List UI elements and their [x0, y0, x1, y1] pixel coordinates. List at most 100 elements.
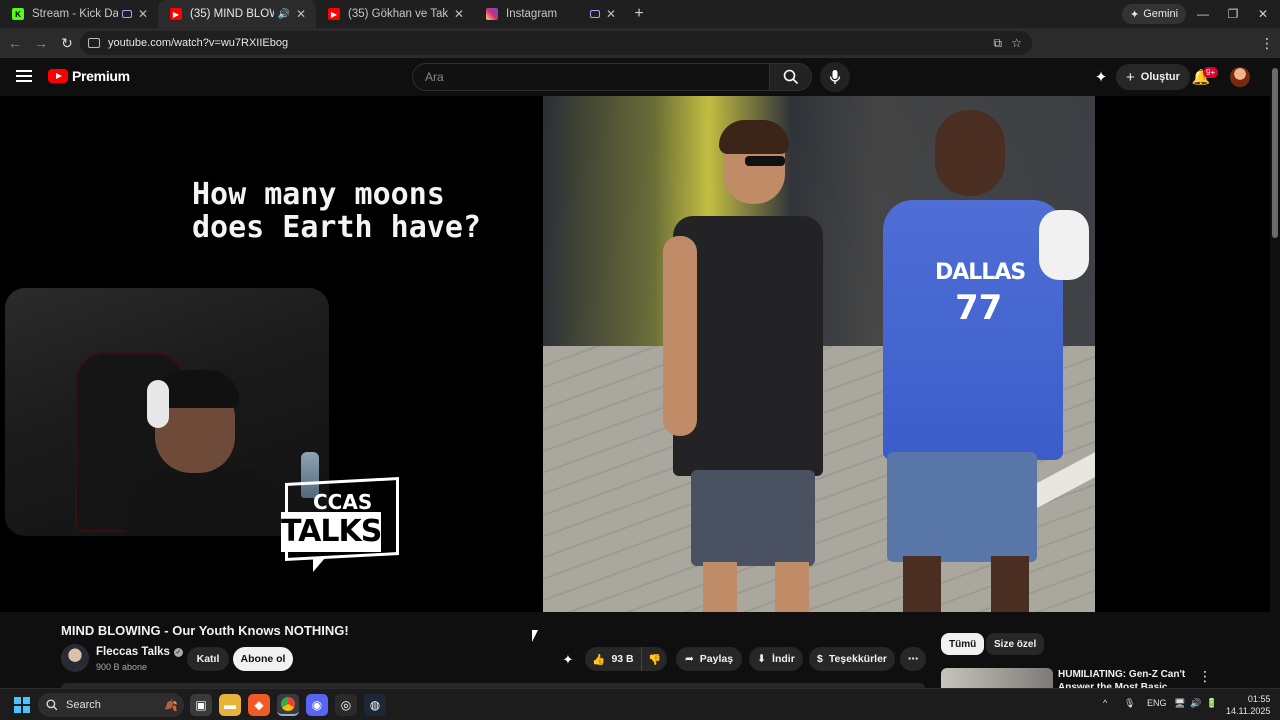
restore-button[interactable]: ❐	[1218, 0, 1248, 28]
back-button[interactable]: ←	[2, 30, 28, 56]
gemini-button[interactable]: ✦ Gemini	[1122, 4, 1187, 24]
language-indicator[interactable]: ENG	[1147, 698, 1167, 708]
more-vertical-icon[interactable]: ⋮	[1198, 668, 1212, 685]
windows-taskbar: Search 🍂 ▣ ▬ ◆ ◉ ◎ ◍ ^ 🎙 ENG 🖥 🔊 🔋 01:55…	[0, 688, 1280, 720]
chrome-icon[interactable]	[277, 694, 299, 716]
thanks-button[interactable]: $ Teşekkürler	[809, 647, 895, 671]
tray-overflow-icon[interactable]: ^	[1103, 698, 1107, 708]
forward-button[interactable]: →	[28, 30, 54, 56]
logo-text: Premium	[72, 68, 130, 84]
white-sleeve	[1039, 210, 1089, 280]
search-icon	[46, 699, 58, 711]
instagram-icon	[486, 8, 498, 20]
task-view-icon[interactable]: ▣	[190, 694, 212, 716]
tab-kick-dashboard[interactable]: K Stream - Kick Dashboard ✕	[0, 0, 158, 28]
tab-youtube-gokhan[interactable]: ▶ (35) Gökhan ve Takımı Bektaşi ✕	[316, 0, 474, 28]
like-button[interactable]: 👍 93 B	[585, 647, 641, 671]
video-player[interactable]: How many moons does Earth have? CCAS TAL…	[0, 96, 1270, 612]
account-avatar[interactable]	[1230, 67, 1250, 87]
recommended-video-thumbnail[interactable]	[941, 668, 1053, 688]
channel-avatar[interactable]	[61, 644, 89, 672]
brave-browser-icon[interactable]: ◆	[248, 694, 270, 716]
hamburger-menu-icon[interactable]	[16, 70, 32, 82]
microphone-tray-icon[interactable]: 🎙	[1124, 698, 1135, 709]
notification-badge: 9+	[1203, 67, 1219, 78]
share-button[interactable]: ➦ Paylaş	[676, 647, 742, 671]
dislike-button[interactable]: 👎	[641, 647, 667, 671]
leg	[775, 562, 809, 612]
address-bar[interactable]: youtube.com/watch?v=wu7RXIIEbog ⧉ ☆	[80, 31, 1032, 55]
streamer-webcam-overlay	[5, 288, 329, 536]
streamer-body	[125, 466, 285, 536]
plus-icon: +	[1126, 68, 1135, 86]
file-explorer-icon[interactable]: ▬	[219, 694, 241, 716]
hair	[719, 120, 789, 154]
chip-label: Size özel	[994, 638, 1037, 650]
reload-button[interactable]: ↻	[54, 30, 80, 56]
steam-icon[interactable]: ◍	[364, 694, 386, 716]
interviewer	[663, 120, 823, 612]
windows-start-icon[interactable]	[14, 697, 30, 713]
more-actions-button[interactable]: ⋯	[900, 647, 926, 671]
download-label: İndir	[772, 653, 795, 665]
kick-icon: K	[12, 8, 24, 20]
browser-tab-strip: K Stream - Kick Dashboard ✕ ▶ (35) MIND …	[0, 0, 1280, 28]
logo-text-bottom: TALKS	[281, 512, 382, 552]
obs-icon[interactable]: ◎	[335, 694, 357, 716]
tab-youtube-active[interactable]: ▶ (35) MIND BLOWING - Our Youth Knows NO…	[158, 0, 316, 28]
youtube-header: Premium Ara ✦ + Oluştur 🔔 9+	[0, 58, 1280, 96]
install-app-icon[interactable]: ⧉	[993, 36, 1002, 51]
chip-for-you[interactable]: Size özel	[986, 633, 1045, 655]
subscribe-button[interactable]: Abone ol	[233, 647, 293, 671]
channel-name[interactable]: Fleccas Talks ✓	[96, 646, 183, 658]
youtube-premium-logo[interactable]: Premium	[48, 68, 130, 84]
network-icon[interactable]: 🖥	[1174, 698, 1185, 709]
thumbs-up-icon: 👍	[592, 653, 606, 666]
tab-title: (35) Gökhan ve Takımı Bektaşi	[348, 8, 448, 20]
close-tab-icon[interactable]: ✕	[136, 7, 150, 21]
microphone-icon	[829, 70, 841, 84]
premium-gem-icon[interactable]: ✦	[1090, 66, 1112, 88]
search-input[interactable]: Ara	[412, 63, 770, 91]
join-label: Katıl	[196, 653, 220, 665]
bookmark-star-icon[interactable]: ☆	[1011, 36, 1022, 50]
close-tab-icon[interactable]: ✕	[294, 7, 308, 21]
clock-time: 01:55	[1247, 694, 1271, 704]
clock-date: 14.11.2025	[1226, 706, 1271, 716]
join-button[interactable]: Katıl	[187, 647, 229, 671]
close-tab-icon[interactable]: ✕	[604, 7, 618, 21]
minimize-button[interactable]: —	[1188, 0, 1218, 28]
site-info-icon[interactable]	[88, 38, 100, 48]
scrollbar-thumb[interactable]	[1272, 68, 1278, 238]
blue-jersey	[883, 200, 1063, 460]
menu-dots-icon[interactable]: ⋮	[1254, 30, 1280, 56]
speaker-icon[interactable]: 🔊	[278, 9, 290, 20]
video-frame: DALLAS 77	[543, 96, 1095, 612]
search-button[interactable]	[770, 63, 812, 91]
discord-icon[interactable]: ◉	[306, 694, 328, 716]
youtube-icon: ▶	[328, 8, 340, 20]
premium-gem-icon[interactable]: ✦	[557, 649, 579, 671]
browser-toolbar: ← → ↻ youtube.com/watch?v=wu7RXIIEbog ⧉ …	[0, 28, 1280, 79]
new-tab-button[interactable]: +	[626, 5, 652, 23]
leg	[991, 556, 1029, 612]
chip-label: Tümü	[949, 638, 977, 650]
video-title: MIND BLOWING - Our Youth Knows NOTHING!	[61, 623, 349, 638]
system-clock[interactable]: 01:55 14.11.2025	[1226, 693, 1270, 717]
create-button[interactable]: + Oluştur	[1116, 64, 1190, 90]
voice-search-button[interactable]	[820, 62, 850, 92]
shorts	[691, 470, 815, 566]
close-window-button[interactable]: ✕	[1248, 0, 1278, 28]
download-button[interactable]: ⬇ İndir	[749, 647, 803, 671]
recommended-video-title[interactable]: HUMILIATING: Gen-Z Can't Answer the Most…	[1058, 668, 1188, 688]
taskbar-search[interactable]: Search 🍂	[38, 693, 184, 717]
battery-icon[interactable]: 🔋	[1206, 698, 1217, 709]
page-scrollbar[interactable]	[1270, 58, 1280, 688]
arm	[663, 236, 697, 436]
volume-icon[interactable]: 🔊	[1190, 698, 1201, 709]
interviewee: DALLAS 77	[863, 110, 1093, 612]
close-tab-icon[interactable]: ✕	[452, 7, 466, 21]
chip-all[interactable]: Tümü	[941, 633, 985, 655]
tab-instagram[interactable]: Instagram ✕	[474, 0, 626, 28]
thanks-label: Teşekkürler	[828, 653, 888, 665]
